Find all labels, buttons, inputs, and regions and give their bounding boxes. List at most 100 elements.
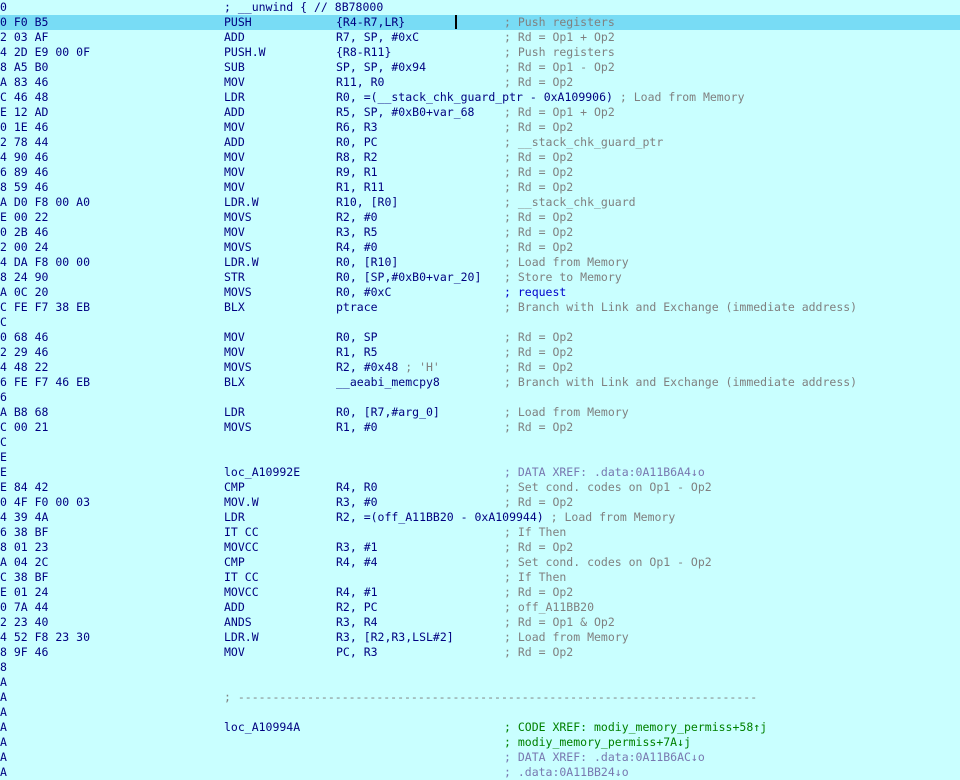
operands[interactable]: R4, R0: [336, 480, 378, 495]
operands[interactable]: R3, #0: [336, 495, 378, 510]
operands[interactable]: __aeabi_memcpy8: [336, 375, 440, 390]
operands[interactable]: R4, #4: [336, 555, 378, 570]
mnemonic[interactable]: MOV: [224, 645, 245, 660]
listing-row[interactable]: A D0 F8 00 A0 LDR.W R10, [R0] ; __stack_chk…: [0, 195, 960, 210]
mnemonic[interactable]: LDR: [224, 510, 245, 525]
listing-row[interactable]: 0 68 46 MOV R0, SP ; Rd = Op2: [0, 330, 960, 345]
mnemonic[interactable]: ADD: [224, 105, 245, 120]
listing-row[interactable]: 4 2D E9 00 0F PUSH.W {R8-R11} ; Push regist…: [0, 45, 960, 60]
listing-row[interactable]: 6 89 46 MOV R9, R1 ; Rd = Op2: [0, 165, 960, 180]
mnemonic[interactable]: LDR: [224, 405, 245, 420]
operands[interactable]: R2, PC: [336, 600, 378, 615]
listing-row[interactable]: 2 78 44 ADD R0, PC ; __stack_chk_guard_ptr: [0, 135, 960, 150]
listing-row[interactable]: C 38 BF IT CC ; If Then: [0, 570, 960, 585]
mnemonic[interactable]: IT CC: [224, 525, 259, 540]
listing-row[interactable]: C: [0, 435, 960, 450]
mnemonic[interactable]: LDR.W: [224, 255, 259, 270]
mnemonic[interactable]: SUB: [224, 60, 245, 75]
operands[interactable]: R2, #0x48 ; 'H': [336, 360, 440, 375]
listing-row[interactable]: A 83 46 MOV R11, R0 ; Rd = Op2: [0, 75, 960, 90]
mnemonic[interactable]: MOVCC: [224, 585, 259, 600]
listing-row[interactable]: E 01 24 MOVCC R4, #1 ; Rd = Op2: [0, 585, 960, 600]
listing-row[interactable]: A: [0, 675, 960, 690]
operands[interactable]: R7, SP, #0xC: [336, 30, 419, 45]
operands[interactable]: R0, PC: [336, 135, 378, 150]
listing-row[interactable]: A ; .data:0A11BB24↓o: [0, 765, 960, 780]
listing-row[interactable]: E 00 22 MOVS R2, #0 ; Rd = Op2: [0, 210, 960, 225]
mnemonic[interactable]: MOVS: [224, 210, 252, 225]
listing-row[interactable]: C 00 21 MOVS R1, #0 ; Rd = Op2: [0, 420, 960, 435]
mnemonic[interactable]: STR: [224, 270, 245, 285]
listing-row[interactable]: 0 7A 44 ADD R2, PC ; off_A11BB20: [0, 600, 960, 615]
operands[interactable]: R6, R3: [336, 120, 378, 135]
operands[interactable]: R8, R2: [336, 150, 378, 165]
mnemonic[interactable]: ADD: [224, 30, 245, 45]
listing-row[interactable]: 4 DA F8 00 00 LDR.W R0, [R10] ; Load from M…: [0, 255, 960, 270]
mnemonic[interactable]: MOVS: [224, 420, 252, 435]
listing-row[interactable]: 6 FE F7 46 EB BLX __aeabi_memcpy8 ; Branch …: [0, 375, 960, 390]
listing-row[interactable]: E 12 AD ADD R5, SP, #0xB0+var_68 ; Rd = Op1…: [0, 105, 960, 120]
mnemonic[interactable]: MOVS: [224, 360, 252, 375]
listing-row[interactable]: 0 4F F0 00 03 MOV.W R3, #0 ; Rd = Op2: [0, 495, 960, 510]
mnemonic[interactable]: ADD: [224, 135, 245, 150]
code-label[interactable]: loc_A10992E: [224, 465, 300, 480]
mnemonic[interactable]: MOVCC: [224, 540, 259, 555]
listing-row[interactable]: 8 59 46 MOV R1, R11 ; Rd = Op2: [0, 180, 960, 195]
listing-row[interactable]: 8 01 23 MOVCC R3, #1 ; Rd = Op2: [0, 540, 960, 555]
mnemonic[interactable]: MOV: [224, 345, 245, 360]
listing-row[interactable]: C 46 48 LDR R0, =(__stack_chk_guard_ptr - …: [0, 90, 960, 105]
listing-row[interactable]: E: [0, 450, 960, 465]
listing-row[interactable]: 8: [0, 660, 960, 675]
listing-row[interactable]: E 84 42 CMP R4, R0 ; Set cond. codes on Op1…: [0, 480, 960, 495]
listing-row[interactable]: 8 A5 B0 SUB SP, SP, #0x94 ; Rd = Op1 - Op2: [0, 60, 960, 75]
operands[interactable]: R0, SP: [336, 330, 378, 345]
listing-row[interactable]: 6 38 BF IT CC ; If Then: [0, 525, 960, 540]
listing-row[interactable]: A: [0, 705, 960, 720]
listing-row[interactable]: 4 90 46 MOV R8, R2 ; Rd = Op2: [0, 150, 960, 165]
listing-row[interactable]: Eloc_A10992E ; DATA XREF: .data:0A11B6A4↓…: [0, 465, 960, 480]
operands[interactable]: R1, #0: [336, 420, 378, 435]
operands[interactable]: {R8-R11}: [336, 45, 391, 60]
mnemonic[interactable]: CMP: [224, 555, 245, 570]
operands[interactable]: R1, R5: [336, 345, 378, 360]
listing-row[interactable]: 6: [0, 390, 960, 405]
listing-row[interactable]: 8 9F 46 MOV PC, R3 ; Rd = Op2: [0, 645, 960, 660]
listing-row[interactable]: 2 23 40 ANDS R3, R4 ; Rd = Op1 & Op2: [0, 615, 960, 630]
listing-row[interactable]: A 0C 20 MOVS R0, #0xC ; request: [0, 285, 960, 300]
operands[interactable]: R0, [SP,#0xB0+var_20]: [336, 270, 481, 285]
operands[interactable]: R9, R1: [336, 165, 378, 180]
mnemonic[interactable]: ANDS: [224, 615, 252, 630]
operands[interactable]: R11, R0: [336, 75, 384, 90]
mnemonic[interactable]: LDR.W: [224, 195, 259, 210]
listing-row[interactable]: 8 24 90 STR R0, [SP,#0xB0+var_20] ; Store t…: [0, 270, 960, 285]
operands[interactable]: R10, [R0]: [336, 195, 398, 210]
listing-row[interactable]: A ; modiy_memory_permiss+7A↓j: [0, 735, 960, 750]
mnemonic[interactable]: MOV: [224, 330, 245, 345]
mnemonic[interactable]: LDR: [224, 90, 245, 105]
listing-header-row[interactable]: 0 ; __unwind { // 8B78000: [0, 0, 960, 15]
mnemonic[interactable]: MOVS: [224, 240, 252, 255]
current-line[interactable]: 0 F0 B5 PUSH {R4-R7,LR} ; Push registers: [0, 15, 960, 30]
mnemonic[interactable]: IT CC: [224, 570, 259, 585]
listing-row[interactable]: C: [0, 315, 960, 330]
listing-row[interactable]: A B8 68 LDR R0, [R7,#arg_0] ; Load from Mem…: [0, 405, 960, 420]
mnemonic[interactable]: MOV: [224, 75, 245, 90]
operands[interactable]: R0, [R10]: [336, 255, 398, 270]
mnemonic[interactable]: MOV: [224, 120, 245, 135]
mnemonic[interactable]: MOV: [224, 225, 245, 240]
operands[interactable]: R4, #0: [336, 240, 378, 255]
mnemonic[interactable]: MOVS: [224, 285, 252, 300]
operands[interactable]: ptrace: [336, 300, 378, 315]
mnemonic[interactable]: CMP: [224, 480, 245, 495]
operands[interactable]: {R4-R7,LR}: [336, 15, 405, 30]
mnemonic[interactable]: BLX: [224, 300, 245, 315]
operands[interactable]: R3, R4: [336, 615, 378, 630]
mnemonic[interactable]: MOV.W: [224, 495, 259, 510]
mnemonic[interactable]: ADD: [224, 600, 245, 615]
operands[interactable]: SP, SP, #0x94: [336, 60, 426, 75]
listing-row[interactable]: 2 29 46 MOV R1, R5 ; Rd = Op2: [0, 345, 960, 360]
listing-row[interactable]: A ; DATA XREF: .data:0A11B6AC↓o: [0, 750, 960, 765]
listing-row[interactable]: A ; -------------------------------------…: [0, 690, 960, 705]
operands[interactable]: R3, [R2,R3,LSL#2]: [336, 630, 454, 645]
mnemonic[interactable]: MOV: [224, 180, 245, 195]
